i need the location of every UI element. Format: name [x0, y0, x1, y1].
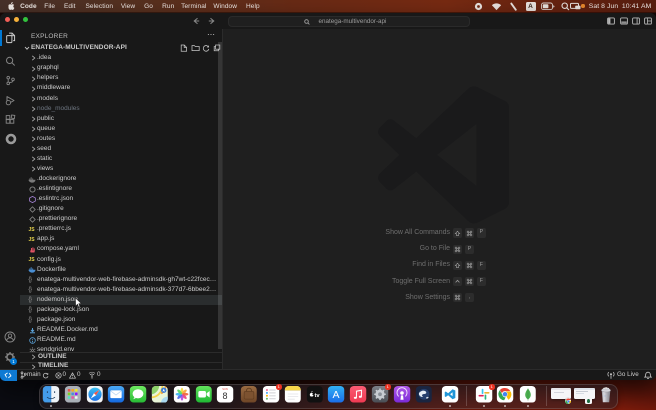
svg-text:8: 8 — [223, 391, 228, 401]
svg-text:A: A — [333, 389, 340, 401]
svg-text:tv: tv — [314, 393, 320, 399]
